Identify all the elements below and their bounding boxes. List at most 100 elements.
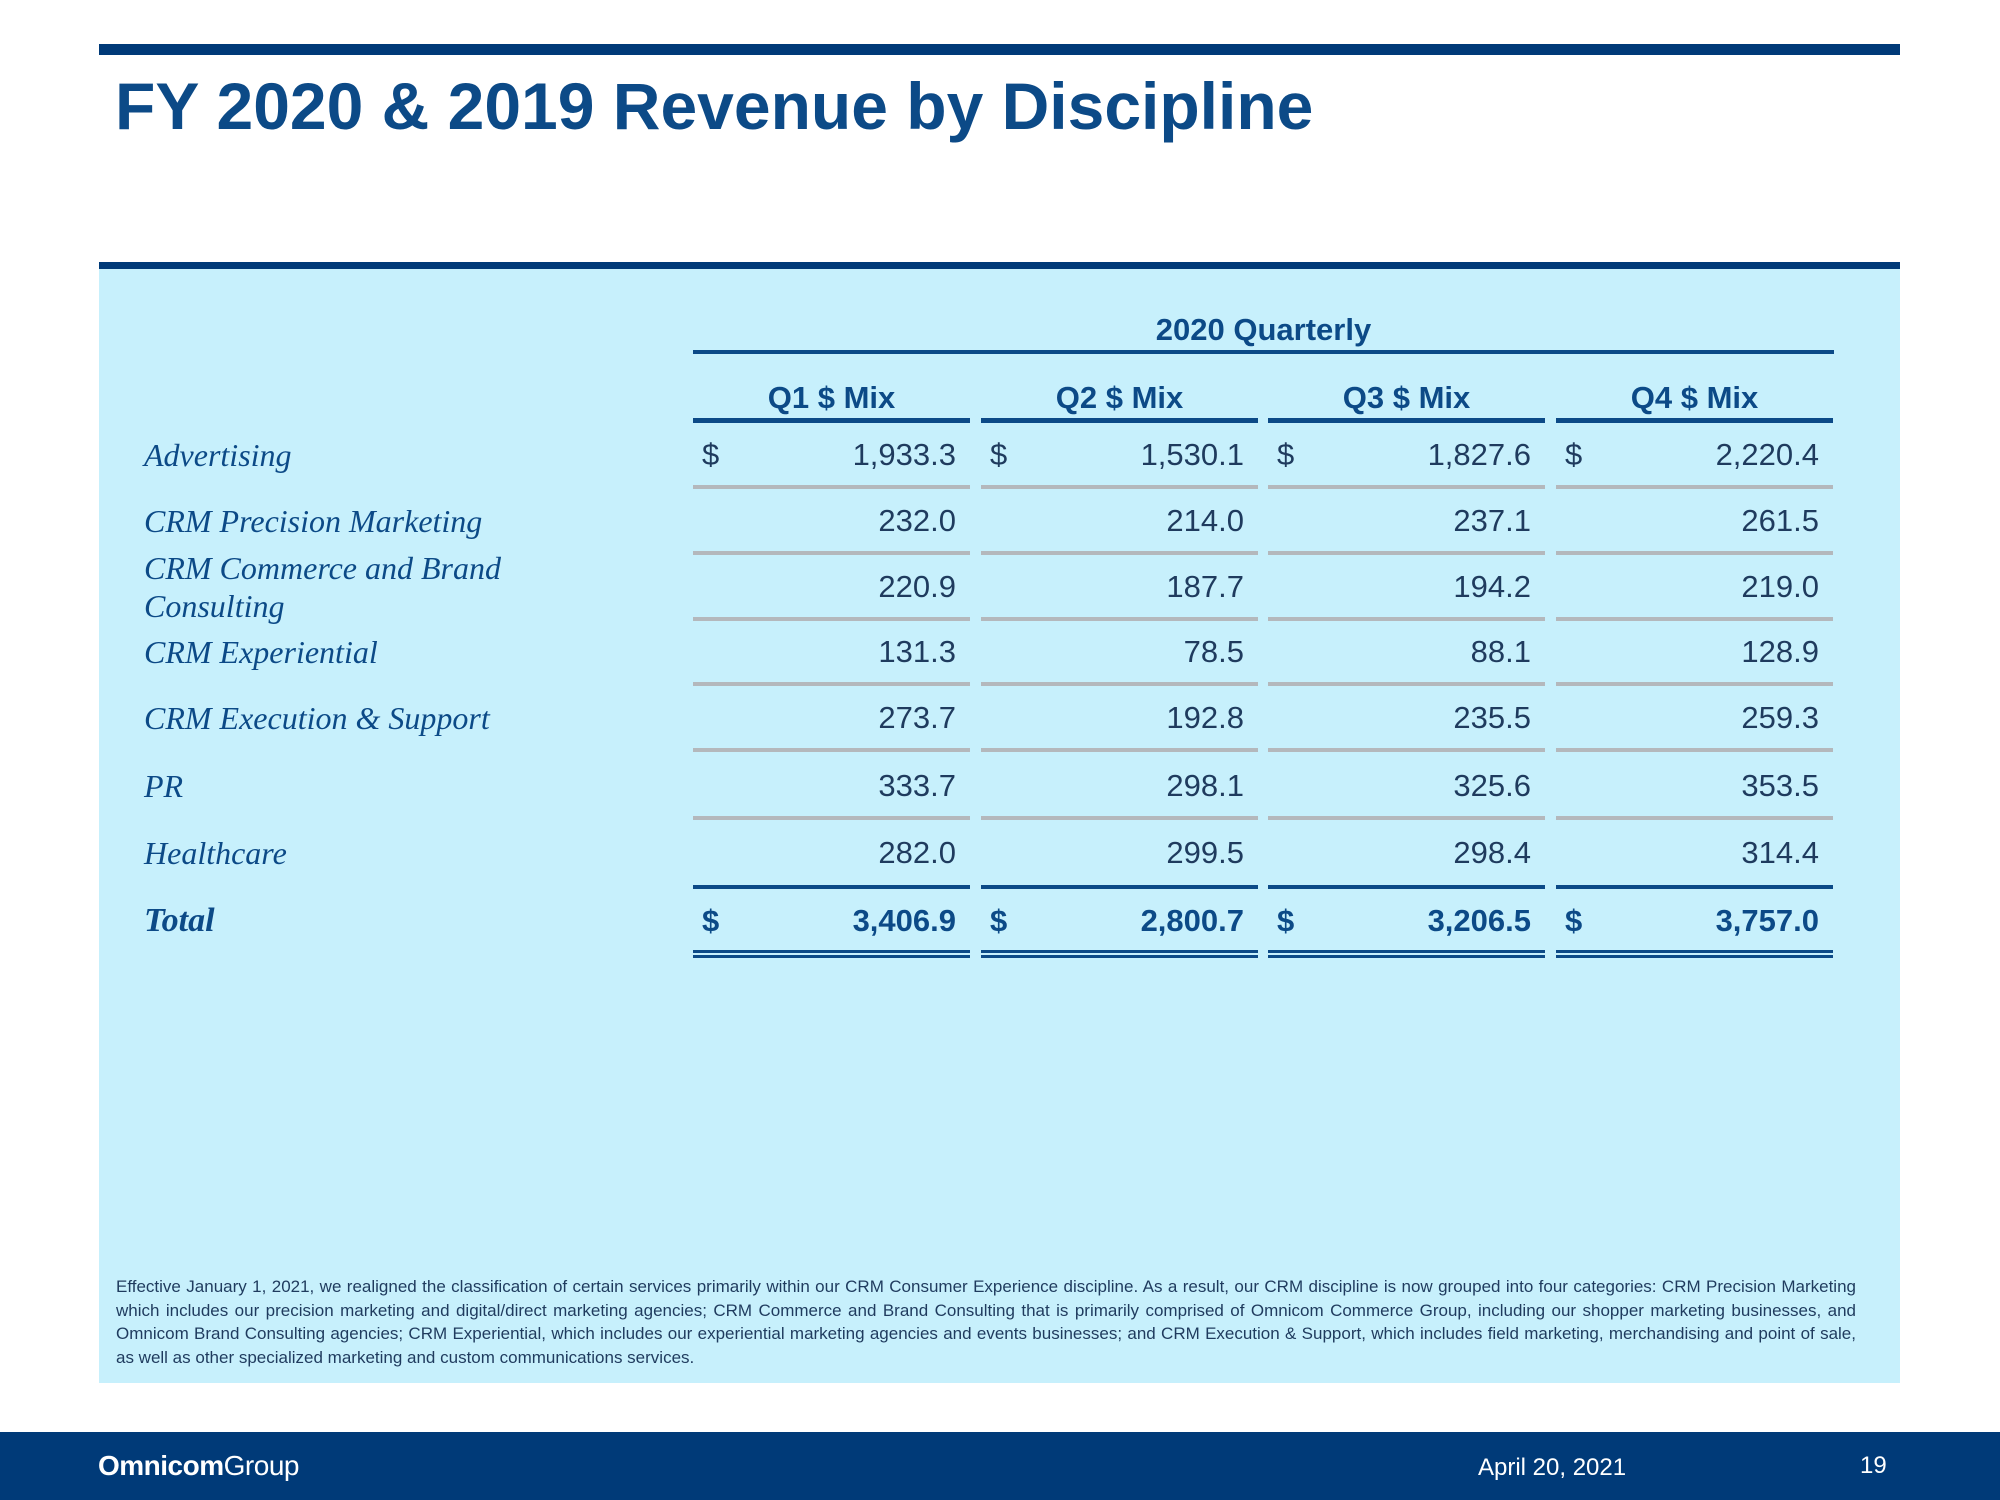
column-header-rule <box>1556 418 1833 423</box>
group-header-rule <box>693 350 1834 354</box>
total-value: 2,800.7 <box>1140 903 1244 938</box>
table-cell-value: 325.6 <box>1453 768 1531 803</box>
table-cell-value: 78.5 <box>1183 634 1244 669</box>
page-title: FY 2020 & 2019 Revenue by Discipline <box>115 69 1314 143</box>
total-double-rule <box>1556 950 1833 958</box>
table-cell-value: 1,827.6 <box>1427 437 1531 472</box>
table-cell-value: 298.1 <box>1166 768 1244 803</box>
row-separator <box>693 617 970 621</box>
row-label: CRM Commerce and Brand Consulting <box>144 550 501 624</box>
table-cell-value: 299.5 <box>1166 835 1244 870</box>
table-cell-value: 232.0 <box>878 503 956 538</box>
row-separator <box>693 748 970 752</box>
footnote: Effective January 1, 2021, we realigned … <box>116 1277 1856 1367</box>
column-header-q2: Q2 $ Mix <box>1055 380 1184 415</box>
row-separator <box>981 816 1258 820</box>
row-separator <box>1556 551 1833 555</box>
table-cell-value: 259.3 <box>1741 700 1819 735</box>
table-cell-value: 220.9 <box>878 569 956 604</box>
row-label: CRM Execution & Support <box>144 700 490 736</box>
row-separator <box>1556 682 1833 686</box>
table-cell-value: 2,220.4 <box>1715 437 1819 472</box>
table-cell-value: 298.4 <box>1453 835 1531 870</box>
table-cell-value: 333.7 <box>878 768 956 803</box>
table-cell-value: 353.5 <box>1741 768 1819 803</box>
total-top-rule <box>693 885 970 889</box>
total-label: Total <box>144 902 215 939</box>
total-top-rule <box>1268 885 1545 889</box>
currency-symbol: $ <box>1565 437 1583 472</box>
row-label: PR <box>144 768 184 804</box>
table-cell-value: 282.0 <box>878 835 956 870</box>
column-header-rule <box>1268 418 1545 423</box>
row-separator <box>1556 617 1833 621</box>
currency-symbol: $ <box>702 437 720 472</box>
table-group-header: 2020 Quarterly <box>1155 312 1372 347</box>
column-header-rule <box>981 418 1258 423</box>
omnicom-logo: OmnicomGroup <box>98 1446 299 1486</box>
row-separator <box>1268 816 1545 820</box>
total-top-rule <box>1556 885 1833 889</box>
row-label: Healthcare <box>144 835 287 871</box>
row-separator <box>1556 748 1833 752</box>
content-panel <box>99 262 1900 1383</box>
currency-symbol: $ <box>702 903 720 938</box>
table-cell-value: 187.7 <box>1166 569 1244 604</box>
row-separator <box>1556 485 1833 489</box>
total-value: 3,206.5 <box>1427 903 1531 938</box>
table-cell-value: 192.8 <box>1166 700 1244 735</box>
table-cell-value: 128.9 <box>1741 634 1819 669</box>
table-cell-value: 214.0 <box>1166 503 1244 538</box>
footer-date: April 20, 2021 <box>1478 1454 1627 1481</box>
total-value: 3,406.9 <box>852 903 956 938</box>
currency-symbol: $ <box>1565 903 1583 938</box>
table-cell-value: 237.1 <box>1453 503 1531 538</box>
row-label: Advertising <box>144 437 292 473</box>
column-header-q3: Q3 $ Mix <box>1342 380 1471 415</box>
row-separator <box>1268 748 1545 752</box>
table-cell-value: 314.4 <box>1741 835 1819 870</box>
table-cell-value: 88.1 <box>1470 634 1531 669</box>
row-separator <box>981 682 1258 686</box>
currency-symbol: $ <box>1277 903 1295 938</box>
row-separator <box>1268 682 1545 686</box>
row-separator <box>981 617 1258 621</box>
total-value: 3,757.0 <box>1715 903 1819 938</box>
page-number: 19 <box>1860 1452 1887 1479</box>
row-separator <box>1268 551 1545 555</box>
column-header-rule <box>693 418 970 423</box>
row-separator <box>981 485 1258 489</box>
currency-symbol: $ <box>1277 437 1295 472</box>
logo-text-bold: Omnicom <box>98 1450 224 1481</box>
table-cell-value: 1,933.3 <box>852 437 956 472</box>
row-separator <box>981 551 1258 555</box>
table-cell-value: 131.3 <box>878 634 956 669</box>
row-separator <box>1556 816 1833 820</box>
row-separator <box>693 682 970 686</box>
row-separator <box>1268 485 1545 489</box>
total-double-rule <box>1268 950 1545 958</box>
row-label: CRM Experiential <box>144 634 378 670</box>
currency-symbol: $ <box>990 903 1008 938</box>
column-header-q1: Q1 $ Mix <box>767 380 896 415</box>
row-label: CRM Precision Marketing <box>144 503 483 539</box>
row-separator <box>981 748 1258 752</box>
total-double-rule <box>981 950 1258 958</box>
row-separator <box>693 485 970 489</box>
table-cell-value: 194.2 <box>1453 569 1531 604</box>
column-header-q4: Q4 $ Mix <box>1630 380 1759 415</box>
table-cell-value: 261.5 <box>1741 503 1819 538</box>
footer-bar: OmnicomGroup April 20, 2021 19 <box>0 1432 2000 1500</box>
row-separator <box>693 551 970 555</box>
table-cell-value: 219.0 <box>1741 569 1819 604</box>
table-cell-value: 273.7 <box>878 700 956 735</box>
logo-text-light: Group <box>223 1450 300 1481</box>
table-cell-value: 1,530.1 <box>1140 437 1244 472</box>
row-separator <box>693 816 970 820</box>
top-rule <box>99 44 1900 55</box>
table-cell-value: 235.5 <box>1453 700 1531 735</box>
row-separator <box>1268 617 1545 621</box>
total-double-rule <box>693 950 970 958</box>
currency-symbol: $ <box>990 437 1008 472</box>
total-top-rule <box>981 885 1258 889</box>
